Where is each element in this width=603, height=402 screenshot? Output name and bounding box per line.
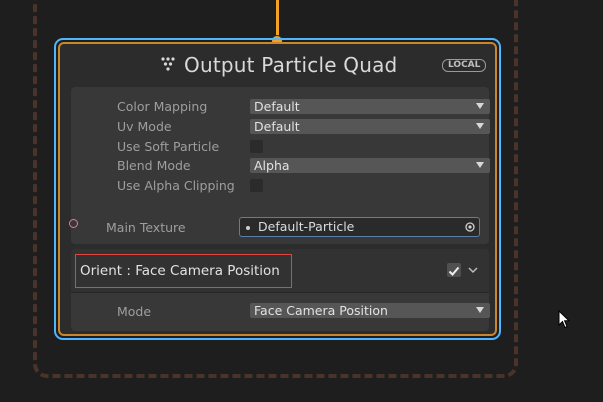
block-divider bbox=[71, 292, 489, 293]
node-header[interactable]: Output Particle Quad LOCAL bbox=[60, 44, 495, 84]
use-alpha-clipping-label: Use Alpha Clipping bbox=[117, 178, 235, 193]
main-texture-value: Default-Particle bbox=[258, 219, 355, 234]
checkmark-icon bbox=[448, 266, 460, 276]
use-soft-particle-checkbox[interactable] bbox=[250, 140, 263, 153]
mode-value: Face Camera Position bbox=[254, 303, 388, 318]
mouse-pointer-icon bbox=[558, 310, 570, 329]
main-texture-field[interactable]: Default-Particle bbox=[239, 217, 480, 237]
mode-dropdown[interactable]: Face Camera Position bbox=[250, 303, 490, 318]
orient-title-text: Orient : Face Camera Position bbox=[80, 263, 280, 279]
orient-block-title: Orient : Face Camera Position bbox=[75, 254, 292, 288]
uv-mode-dropdown[interactable]: Default bbox=[250, 119, 490, 134]
use-alpha-clipping-checkbox[interactable] bbox=[250, 179, 263, 192]
use-soft-particle-label: Use Soft Particle bbox=[117, 139, 220, 154]
blend-mode-value: Alpha bbox=[254, 158, 290, 173]
dropdown-arrow-icon bbox=[476, 103, 484, 109]
flow-connection bbox=[276, 0, 279, 38]
object-picker-icon[interactable] bbox=[465, 222, 475, 232]
color-mapping-label: Color Mapping bbox=[117, 99, 208, 114]
dropdown-arrow-icon bbox=[476, 123, 484, 129]
vfx-output-icon bbox=[161, 57, 175, 71]
color-mapping-value: Default bbox=[254, 99, 300, 114]
mode-label: Mode bbox=[117, 304, 152, 319]
node-body: Output Particle Quad LOCAL Color Mapping… bbox=[58, 42, 497, 336]
blend-mode-dropdown[interactable]: Alpha bbox=[250, 158, 490, 173]
uv-mode-label: Uv Mode bbox=[117, 119, 172, 134]
blend-mode-label: Blend Mode bbox=[117, 158, 191, 173]
dropdown-arrow-icon bbox=[476, 307, 484, 313]
output-particle-quad-node[interactable]: Output Particle Quad LOCAL Color Mapping… bbox=[54, 38, 501, 340]
main-texture-port[interactable] bbox=[69, 219, 78, 228]
main-texture-label: Main Texture bbox=[106, 220, 186, 235]
chevron-down-icon[interactable] bbox=[467, 264, 479, 276]
orient-block: Orient : Face Camera Position Mode Face … bbox=[71, 249, 490, 331]
texture-asset-icon bbox=[246, 226, 250, 230]
dropdown-arrow-icon bbox=[476, 162, 484, 168]
local-badge[interactable]: LOCAL bbox=[442, 59, 487, 72]
color-mapping-dropdown[interactable]: Default bbox=[250, 99, 490, 114]
node-title: Output Particle Quad bbox=[184, 53, 398, 77]
uv-mode-value: Default bbox=[254, 119, 300, 134]
orient-block-header[interactable]: Orient : Face Camera Position bbox=[71, 249, 489, 292]
orient-enabled-checkbox[interactable] bbox=[447, 263, 461, 277]
